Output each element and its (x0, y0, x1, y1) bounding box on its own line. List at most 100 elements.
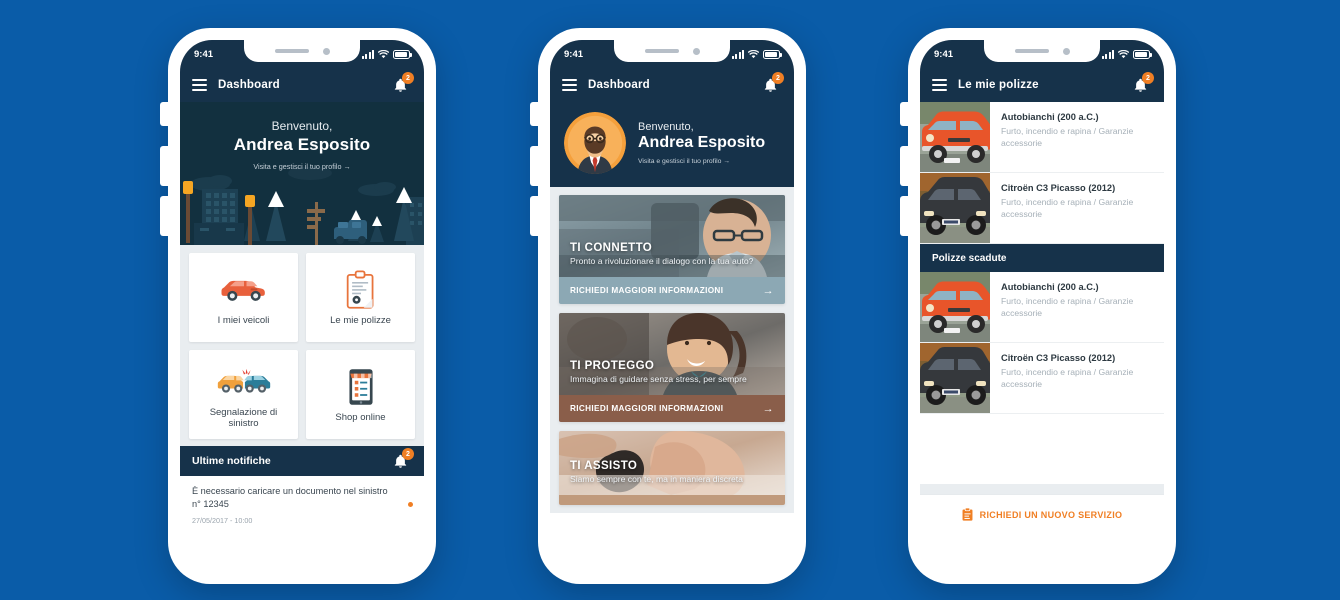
hero-greeting: Benvenuto, (638, 121, 694, 133)
notifications-button[interactable]: 2 (392, 72, 414, 95)
promo-cards-list: TI CONNETTO Pronto a rivoluzionare il di… (550, 187, 794, 513)
status-bar: 9:41 (920, 40, 1164, 68)
online-shop-icon (345, 365, 377, 409)
phone-mockup-policies: 9:41 Le mie polizze 2 Autobianchi (200 a… (900, 28, 1176, 584)
hero-text: Benvenuto, Andrea Esposito Visita e gest… (638, 121, 765, 165)
car-icon (219, 268, 269, 312)
phone-volume-down-button[interactable] (160, 196, 170, 236)
notification-badge: 2 (402, 72, 414, 84)
wifi-icon (378, 49, 389, 58)
app-bar: Le mie polizze 2 (920, 68, 1164, 102)
promo-card-ti-proteggo[interactable]: TI PROTEGGO Immagina di guidare senza st… (559, 313, 785, 422)
phone-volume-up-button[interactable] (900, 146, 910, 186)
policy-list-item[interactable]: Autobianchi (200 a.C.) Furto, incendio e… (920, 272, 1164, 343)
promo-subtitle: Siamo sempre con te, ma in maniera discr… (570, 474, 743, 485)
phone-notch (984, 40, 1100, 62)
promo-cta-button[interactable]: RICHIEDI MAGGIORI INFORMAZIONI → (559, 395, 785, 422)
earpiece-speaker (1014, 49, 1049, 53)
tile-shop-online[interactable]: Shop online (306, 350, 415, 439)
list-empty-space (920, 414, 1164, 484)
orange-classic-car-photo (920, 272, 990, 342)
phone-silent-switch[interactable] (900, 102, 910, 126)
phone-mockup-dashboard-promos: 9:41 Dashboard 2 Benvenuto, Andrea Espos… (530, 28, 806, 584)
signal-bars-icon (1101, 49, 1114, 59)
phone-volume-up-button[interactable] (160, 146, 170, 186)
status-icons (1101, 49, 1152, 59)
smiling-woman-passenger-photo: TI PROTEGGO Immagina di guidare senza st… (559, 313, 785, 395)
phone3-screen: 9:41 Le mie polizze 2 Autobianchi (200 a… (920, 40, 1164, 572)
promo-cta-button[interactable]: RICHIEDI MAGGIORI INFORMAZIONI → (559, 277, 785, 304)
phone-notch (614, 40, 730, 62)
clipboard-document-icon (345, 268, 377, 312)
notifications-button[interactable]: 2 (1132, 72, 1154, 95)
request-new-service-button[interactable]: RICHIEDI UN NUOVO SERVIZIO (920, 494, 1164, 534)
notifications-section-header: Ultime notifiche 2 (180, 446, 424, 476)
promo-subtitle: Pronto a rivoluzionare il dialogo con la… (570, 256, 754, 267)
notifications-title: Ultime notifiche (192, 455, 271, 467)
arrow-right-icon: → (762, 284, 774, 297)
tile-label: Le mie polizze (330, 315, 391, 327)
hamburger-menu-icon[interactable] (562, 79, 577, 91)
wifi-icon (748, 49, 759, 58)
policy-list-item[interactable]: Citroën C3 Picasso (2012) Furto, incendi… (920, 343, 1164, 414)
policy-title: Autobianchi (200 a.C.) (1001, 282, 1099, 292)
phone-silent-switch[interactable] (530, 102, 540, 126)
hero-welcome-banner: Benvenuto, Andrea Esposito Visita e gest… (550, 102, 794, 187)
notification-text: È necessario caricare un documento nel s… (192, 486, 388, 510)
policy-body: Autobianchi (200 a.C.) Furto, incendio e… (990, 102, 1164, 172)
phone-volume-up-button[interactable] (530, 146, 540, 186)
promo-card-ti-assisto[interactable]: TI ASSISTO Siamo sempre con te, ma in ma… (559, 431, 785, 505)
policy-title: Citroën C3 Picasso (2012) (1001, 183, 1116, 193)
notifications-button[interactable]: 2 (762, 72, 784, 95)
front-camera (1062, 47, 1070, 55)
unread-dot-icon (408, 502, 413, 507)
hamburger-menu-icon[interactable] (932, 79, 947, 91)
hamburger-menu-icon[interactable] (192, 79, 207, 91)
policy-list-item[interactable]: Autobianchi (200 a.C.) Furto, incendio e… (920, 102, 1164, 173)
city-skyline-illustration (180, 167, 424, 245)
notification-date: 27/05/2017 - 10:00 (192, 515, 253, 525)
policy-list-item[interactable]: Citroën C3 Picasso (2012) Furto, incendi… (920, 173, 1164, 244)
tile-i-miei-veicoli[interactable]: I miei veicoli (189, 253, 298, 342)
page-title: Dashboard (588, 79, 650, 91)
promo-copy: TI ASSISTO Siamo sempre con te, ma in ma… (570, 460, 743, 486)
phone-notch (244, 40, 360, 62)
promo-card-ti-connetto[interactable]: TI CONNETTO Pronto a rivoluzionare il di… (559, 195, 785, 304)
tile-label: I miei veicoli (217, 315, 270, 327)
notifications-section-button[interactable]: 2 (392, 448, 414, 471)
status-icons (731, 49, 782, 59)
section-header-label: Polizze scadute (932, 252, 1007, 264)
phone-volume-down-button[interactable] (530, 196, 540, 236)
hero-user-name: Andrea Esposito (233, 135, 371, 154)
battery-icon (763, 49, 782, 59)
policy-coverage: Furto, incendio e rapina / Garanzie acce… (1001, 367, 1134, 390)
dark-suv-car-photo (920, 343, 990, 413)
status-time: 9:41 (564, 48, 584, 60)
clipboard-icon (962, 508, 973, 521)
status-bar: 9:41 (180, 40, 424, 68)
tile-segnalazione-sinistro[interactable]: Segnalazione di sinistro (189, 350, 298, 439)
tile-label: Segnalazione di sinistro (209, 406, 278, 429)
car-crash-icon (217, 360, 271, 404)
tile-le-mie-polizze[interactable]: Le mie polizze (306, 253, 415, 342)
wifi-icon (1118, 49, 1129, 58)
man-driving-car-photo: TI CONNETTO Pronto a rivoluzionare il di… (559, 195, 785, 277)
battery-icon (1133, 49, 1152, 59)
promo-copy: TI PROTEGGO Immagina di guidare senza st… (570, 360, 747, 386)
tile-label: Shop online (335, 412, 386, 424)
promo-cta-button[interactable] (559, 495, 785, 505)
page-title: Dashboard (218, 79, 280, 91)
notification-list-item[interactable]: È necessario caricare un documento nel s… (180, 476, 424, 535)
policy-coverage: Furto, incendio e rapina / Garanzie acce… (1001, 296, 1134, 319)
phone-silent-switch[interactable] (160, 102, 170, 126)
avatar[interactable] (564, 112, 626, 174)
notification-badge: 2 (402, 448, 414, 460)
policy-body: Autobianchi (200 a.C.) Furto, incendio e… (990, 272, 1164, 342)
hero-profile-link[interactable]: Visita e gestisci il tuo profilo → (180, 162, 424, 171)
hero-profile-link[interactable]: Visita e gestisci il tuo profilo → (638, 158, 765, 165)
promo-title: TI PROTEGGO (570, 360, 655, 373)
phone-mockup-dashboard: 9:41 Dashboard 2 Benvenuto, Andrea Espos… (160, 28, 436, 584)
arrow-right-icon: → (762, 402, 774, 415)
phone-volume-down-button[interactable] (900, 196, 910, 236)
status-time: 9:41 (194, 48, 214, 60)
